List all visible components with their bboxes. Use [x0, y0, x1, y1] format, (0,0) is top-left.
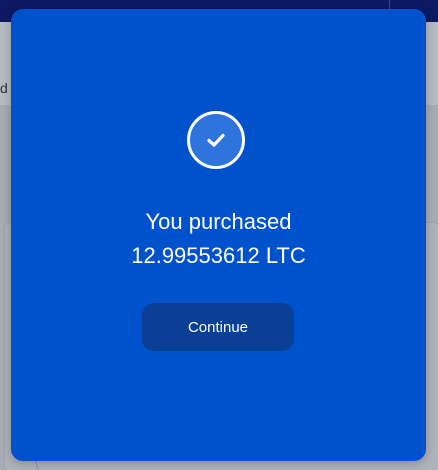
continue-button[interactable]: Continue — [142, 303, 294, 351]
purchase-message: You purchased 12.99553612 LTC — [11, 205, 426, 273]
purchase-amount: 12.99553612 LTC — [131, 243, 306, 268]
purchase-message-title: You purchased — [145, 209, 292, 234]
check-circle-icon — [187, 111, 245, 169]
purchase-success-modal: You purchased 12.99553612 LTC Continue — [11, 9, 426, 461]
checkmark-icon — [207, 133, 225, 147]
header-text-fragment: d — [0, 80, 8, 96]
